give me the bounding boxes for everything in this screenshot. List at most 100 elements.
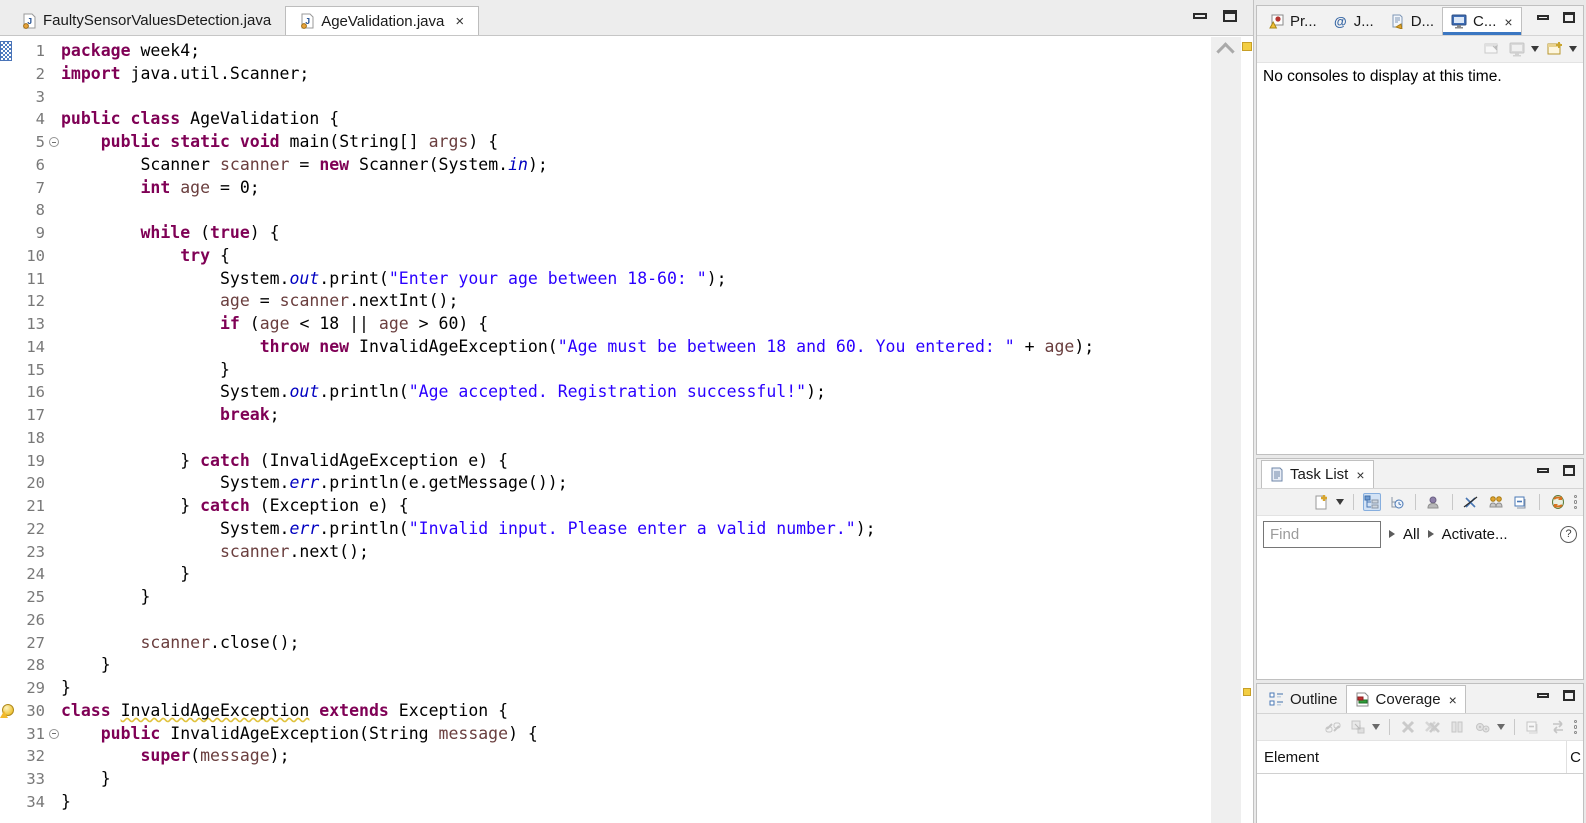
line-number[interactable]: 19: [14, 450, 48, 473]
code-text[interactable]: Scanner scanner = new Scanner(System.in)…: [61, 154, 547, 177]
code-line[interactable]: 34}: [0, 791, 1211, 814]
line-number[interactable]: 10: [14, 245, 48, 268]
line-number[interactable]: 3: [14, 86, 48, 109]
code-text[interactable]: }: [61, 563, 190, 586]
relaunch-session-icon[interactable]: [1549, 718, 1567, 736]
overview-warning-marker[interactable]: [1242, 42, 1252, 51]
code-text[interactable]: }: [61, 677, 71, 700]
line-number[interactable]: 24: [14, 563, 48, 586]
code-text[interactable]: public InvalidAgeException(String messag…: [61, 723, 538, 746]
dropdown-arrow-icon[interactable]: [1371, 724, 1380, 730]
tab-javadoc[interactable]: @ J...: [1325, 7, 1382, 35]
new-task-icon[interactable]: [1313, 493, 1331, 511]
minimize-icon[interactable]: [1537, 15, 1549, 20]
line-number[interactable]: 17: [14, 404, 48, 427]
pin-console-icon[interactable]: [1483, 40, 1501, 58]
warning-lightbulb-icon[interactable]: [0, 703, 14, 718]
settings-icon[interactable]: [1474, 718, 1492, 736]
code-line[interactable]: 5 public static void main(String[] args)…: [0, 131, 1211, 154]
code-text[interactable]: } catch (Exception e) {: [61, 495, 409, 518]
code-line[interactable]: 2 import java.util.Scanner;: [0, 63, 1211, 86]
categorized-icon[interactable]: [1362, 493, 1381, 511]
code-text[interactable]: System.err.println(e.getMessage());: [61, 472, 568, 495]
line-number[interactable]: 26: [14, 609, 48, 632]
code-line[interactable]: 13 if (age < 18 || age > 60) {: [0, 313, 1211, 336]
line-number[interactable]: 5: [14, 131, 48, 154]
code-line[interactable]: 7 int age = 0;: [0, 177, 1211, 200]
line-number[interactable]: 29: [14, 677, 48, 700]
code-line[interactable]: 10 try {: [0, 245, 1211, 268]
line-number[interactable]: 15: [14, 359, 48, 382]
code-line[interactable]: 33 }: [0, 768, 1211, 791]
code-line[interactable]: 30 class InvalidAgeException extends Exce…: [0, 700, 1211, 723]
code-line[interactable]: 17 break;: [0, 404, 1211, 427]
line-number[interactable]: 27: [14, 632, 48, 655]
tab-declaration[interactable]: D...: [1382, 7, 1442, 35]
code-text[interactable]: }: [61, 791, 71, 814]
find-input[interactable]: [1263, 520, 1381, 548]
close-icon[interactable]: ×: [455, 13, 464, 30]
close-icon[interactable]: ×: [1356, 467, 1364, 483]
line-number[interactable]: 33: [14, 768, 48, 791]
code-text[interactable]: if (age < 18 || age > 60) {: [61, 313, 488, 336]
code-text[interactable]: class InvalidAgeException extends Except…: [61, 700, 508, 723]
column-header-coverage[interactable]: C: [1570, 749, 1581, 766]
editor-tab-agevalidation[interactable]: J AgeValidation.java ×: [285, 6, 480, 35]
line-number[interactable]: 4: [14, 108, 48, 131]
code-line[interactable]: 32 super(message);: [0, 745, 1211, 768]
code-line[interactable]: 3: [0, 86, 1211, 109]
code-line[interactable]: 20 System.err.println(e.getMessage());: [0, 472, 1211, 495]
code-line[interactable]: 6 Scanner scanner = new Scanner(System.i…: [0, 154, 1211, 177]
code-text[interactable]: System.err.println("Invalid input. Pleas…: [61, 518, 876, 541]
code-line[interactable]: 27 scanner.close();: [0, 632, 1211, 655]
code-text[interactable]: int age = 0;: [61, 177, 259, 200]
line-number[interactable]: 1: [14, 40, 48, 63]
view-menu-icon[interactable]: [1573, 494, 1577, 510]
line-number[interactable]: 23: [14, 541, 48, 564]
scheduled-icon[interactable]: [1388, 493, 1406, 511]
overview-warning-marker[interactable]: [1243, 688, 1251, 696]
code-text[interactable]: while (true) {: [61, 222, 279, 245]
code-text[interactable]: break;: [61, 404, 280, 427]
line-number[interactable]: 28: [14, 654, 48, 677]
dropdown-arrow-icon[interactable]: [1531, 46, 1539, 52]
code-text[interactable]: }: [61, 654, 111, 677]
code-text[interactable]: } catch (InvalidAgeException e) {: [61, 450, 508, 473]
open-console-icon[interactable]: [1546, 40, 1564, 58]
code-text[interactable]: throw new InvalidAgeException("Age must …: [61, 336, 1095, 359]
code-line[interactable]: 1 package week4;: [0, 40, 1211, 63]
minimize-icon[interactable]: [1193, 13, 1207, 19]
fold-collapse-icon[interactable]: [49, 728, 59, 739]
synchronize-icon[interactable]: [1549, 493, 1567, 511]
view-menu-icon[interactable]: [1573, 719, 1577, 735]
line-number[interactable]: 6: [14, 154, 48, 177]
scrollbar-up-arrow-icon[interactable]: [1217, 43, 1235, 55]
code-text[interactable]: }: [61, 359, 230, 382]
fold-collapse-icon[interactable]: [49, 137, 59, 147]
tab-task-list[interactable]: Task List ×: [1261, 460, 1374, 488]
maximize-icon[interactable]: [1563, 465, 1575, 476]
dropdown-arrow-icon[interactable]: [1335, 499, 1344, 505]
code-text[interactable]: scanner.close();: [61, 632, 299, 655]
line-number[interactable]: 13: [14, 313, 48, 336]
line-number[interactable]: 32: [14, 745, 48, 768]
overview-ruler[interactable]: [1241, 37, 1253, 823]
code-line[interactable]: 11 System.out.print("Enter your age betw…: [0, 268, 1211, 291]
code-text[interactable]: System.out.println("Age accepted. Regist…: [61, 381, 826, 404]
line-number[interactable]: 18: [14, 427, 48, 450]
line-number[interactable]: 20: [14, 472, 48, 495]
import-session-icon[interactable]: [1349, 718, 1367, 736]
code-line[interactable]: 31 public InvalidAgeException(String mes…: [0, 723, 1211, 746]
tab-coverage[interactable]: Coverage ×: [1345, 685, 1466, 713]
dropdown-arrow-icon[interactable]: [1496, 724, 1505, 730]
code-text[interactable]: import java.util.Scanner;: [61, 63, 309, 86]
line-number[interactable]: 21: [14, 495, 48, 518]
code-text[interactable]: public static void main(String[] args) {: [61, 131, 498, 154]
scope-all-button[interactable]: All: [1403, 526, 1420, 543]
column-divider[interactable]: [1566, 741, 1567, 773]
collapse-all-icon[interactable]: [1512, 493, 1530, 511]
line-number[interactable]: 7: [14, 177, 48, 200]
editor-vertical-scrollbar[interactable]: [1211, 37, 1241, 823]
line-number[interactable]: 34: [14, 791, 48, 814]
dropdown-arrow-icon[interactable]: [1569, 46, 1577, 52]
